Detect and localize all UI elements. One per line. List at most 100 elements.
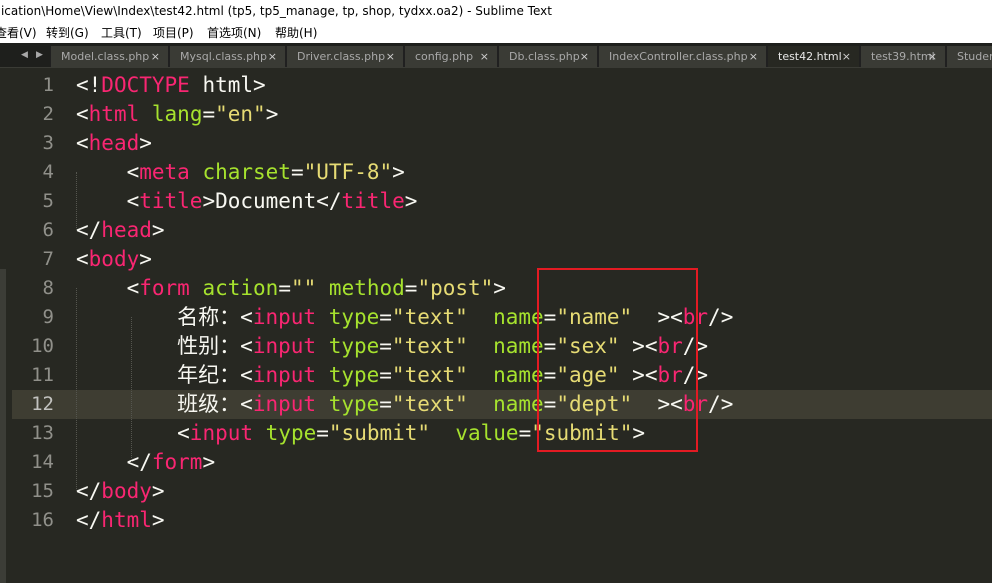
code-token-tag: input	[252, 392, 317, 416]
close-icon[interactable]: ×	[580, 46, 589, 67]
code-line[interactable]: 4 <meta charset="UTF-8">	[0, 158, 992, 187]
code-token-attr: type	[265, 421, 317, 445]
line-number: 11	[31, 364, 54, 386]
tab-config[interactable]: config.php ×	[404, 46, 498, 67]
code-line[interactable]: 5 <title>Document</title>	[0, 187, 992, 216]
tab-mysql-class[interactable]: Mysql.class.php ×	[169, 46, 286, 67]
tab-test42[interactable]: test42.html ×	[767, 46, 860, 67]
code-line[interactable]: 13 <input type="submit" value="submit">	[0, 419, 992, 448]
code-token-str: "post"	[417, 276, 494, 300]
code-token-tag: title	[139, 189, 203, 213]
code-line[interactable]: 7 <body>	[0, 245, 992, 274]
menu-bar: 查看(V) 转到(G) 工具(T) 项目(P) 首选项(N) 帮助(H)	[0, 23, 992, 43]
code-token-pl: =	[404, 276, 418, 300]
code-token-pl: 性别：	[76, 334, 241, 358]
code-token-pl: >	[139, 247, 152, 271]
code-token-tag: input	[252, 305, 317, 329]
code-text: 性别：<input type="text" name="sex" ><br/>	[76, 332, 708, 361]
code-token-pl: >Document</	[202, 189, 342, 213]
code-text: <meta charset="UTF-8">	[76, 158, 405, 187]
tab-label: Model.class.php	[61, 50, 150, 63]
code-token-tag: br	[682, 305, 709, 329]
code-token-tag: input	[189, 421, 254, 445]
close-icon[interactable]: ×	[749, 46, 758, 67]
code-text: <title>Document</title>	[76, 187, 418, 216]
code-token-str: "UTF-8"	[303, 160, 393, 184]
tab-index-controller[interactable]: IndexController.class.php ×	[598, 46, 767, 67]
tab-driver-class[interactable]: Driver.class.php ×	[286, 46, 404, 67]
code-line[interactable]: 12 班级：<input type="text" name="dept" ><b…	[0, 390, 992, 419]
code-token-pl: html>	[189, 73, 266, 97]
code-token-pl: =	[379, 334, 392, 358]
line-number: 2	[42, 103, 54, 125]
menu-goto[interactable]: 转到(G)	[46, 23, 89, 43]
code-token-pl: </	[76, 218, 102, 242]
close-icon[interactable]: ×	[268, 46, 277, 67]
menu-tools[interactable]: 工具(T)	[101, 23, 142, 43]
code-line[interactable]: 10 性别：<input type="text" name="sex" ><br…	[0, 332, 992, 361]
code-token-pl: />	[708, 392, 734, 416]
code-token-pl: ><	[632, 392, 683, 416]
code-line[interactable]: 8 <form action="" method="post">	[0, 274, 992, 303]
code-token-pl: <	[240, 392, 253, 416]
close-icon[interactable]: ×	[928, 46, 937, 67]
line-number: 13	[31, 422, 54, 444]
tab-model-class[interactable]: Model.class.php ×	[50, 46, 169, 67]
tab-db-class[interactable]: Db.class.php ×	[498, 46, 598, 67]
code-token-pl: =	[543, 392, 557, 416]
window-title: plication\Home\View\Index\test42.html (t…	[0, 4, 552, 18]
code-token-pl: =	[379, 305, 392, 329]
close-icon[interactable]: ×	[386, 46, 395, 67]
code-token-pl: <	[76, 421, 190, 445]
code-text: <!DOCTYPE html>	[76, 71, 266, 100]
code-token-str: "submit"	[328, 421, 431, 445]
code-token-tag: DOCTYPE	[101, 73, 190, 97]
tab-scroll-right-icon[interactable]: ▶	[33, 43, 46, 67]
tab-label: Studen	[957, 50, 992, 63]
tab-student[interactable]: Studen	[946, 46, 992, 67]
close-icon[interactable]: ×	[480, 46, 489, 67]
code-line[interactable]: 2 <html lang="en">	[0, 100, 992, 129]
code-line[interactable]: 14 </form>	[0, 448, 992, 477]
code-token-tag: form	[151, 450, 203, 474]
code-token-tag: input	[252, 363, 317, 387]
line-number: 16	[31, 509, 54, 531]
menu-project[interactable]: 项目(P)	[153, 23, 194, 43]
code-line[interactable]: 16 </html>	[0, 506, 992, 535]
code-token-attr: name	[493, 305, 544, 329]
line-number: 7	[42, 248, 54, 270]
code-token-pl: <	[240, 305, 253, 329]
close-icon[interactable]: ×	[842, 46, 851, 67]
code-token-pl: =	[543, 363, 557, 387]
code-token-pl: ><	[632, 305, 683, 329]
code-token-tag: br	[657, 363, 683, 387]
close-icon[interactable]: ×	[151, 46, 160, 67]
code-line[interactable]: 15 </body>	[0, 477, 992, 506]
tab-scroll-left-icon[interactable]: ◀	[18, 43, 31, 67]
code-token-tag: body	[101, 479, 152, 503]
code-token-str: "submit"	[531, 421, 633, 445]
code-line[interactable]: 9 名称：<input type="text" name="name" ><br…	[0, 303, 992, 332]
code-line[interactable]: 11 年纪：<input type="text" name="age" ><br…	[0, 361, 992, 390]
code-line[interactable]: 3 <head>	[0, 129, 992, 158]
code-token-tag: html	[101, 508, 152, 532]
code-token-pl: >	[493, 276, 506, 300]
menu-view[interactable]: 查看(V)	[0, 23, 37, 43]
tab-test39[interactable]: test39.html ×	[860, 46, 946, 67]
code-line[interactable]: 1 <!DOCTYPE html>	[0, 71, 992, 100]
code-token-pl: />	[708, 305, 734, 329]
code-token-attr: name	[493, 392, 544, 416]
code-line[interactable]: 6 </head>	[0, 216, 992, 245]
code-token-pl: >	[151, 218, 165, 242]
code-token-attr: type	[328, 363, 380, 387]
code-token-pl: ><	[619, 334, 658, 358]
menu-preferences[interactable]: 首选项(N)	[207, 23, 261, 43]
menu-help[interactable]: 帮助(H)	[275, 23, 317, 43]
code-editor[interactable]: 1 <!DOCTYPE html> 2 <html lang="en"> 3 <head>…	[0, 69, 992, 583]
line-number: 4	[42, 161, 54, 183]
line-number: 6	[42, 219, 54, 241]
